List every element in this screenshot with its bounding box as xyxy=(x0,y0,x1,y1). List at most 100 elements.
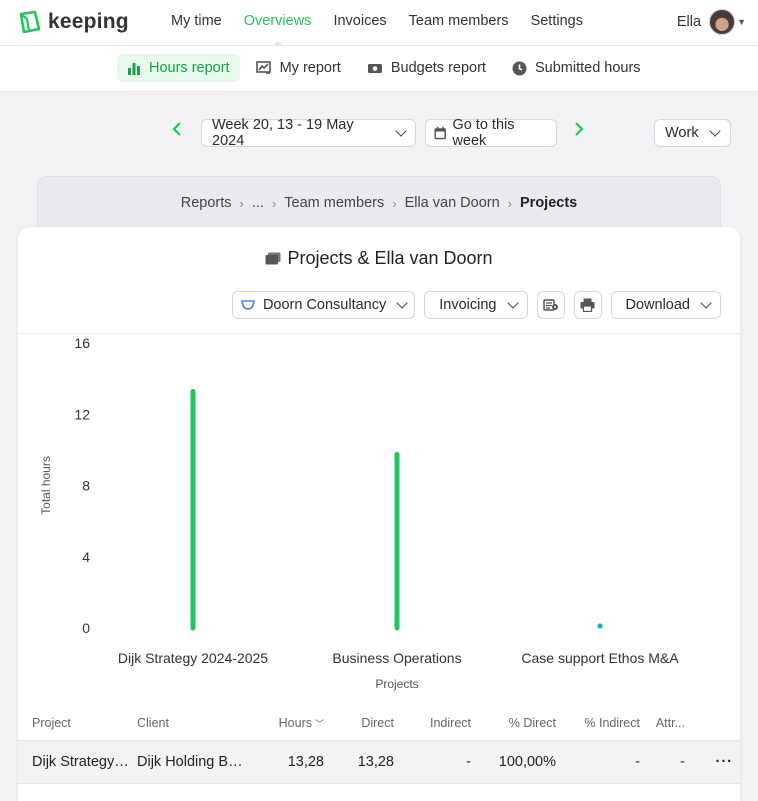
cell-client: Dijk Holding B.V. xyxy=(137,754,245,770)
chevron-right-icon: › xyxy=(239,195,244,211)
week-selector[interactable]: Week 20, 13 - 19 May 2024 xyxy=(201,117,416,149)
previous-week-button[interactable] xyxy=(172,122,182,141)
organization-filter[interactable]: Doorn Consultancy xyxy=(231,291,416,319)
top-navbar: keeping My time Overviews Invoices Team … xyxy=(0,0,758,47)
breadcrumb-current: Projects xyxy=(520,195,578,211)
more-options-icon[interactable]: ··· xyxy=(689,754,737,770)
tab-label: Submitted hours xyxy=(534,60,641,76)
cell-project[interactable]: Dijk Strategy ... xyxy=(28,754,133,770)
line-chart-icon xyxy=(255,61,271,74)
report-title: Projects & Ella van Doorn xyxy=(287,248,493,268)
download-button[interactable]: Download xyxy=(610,291,721,319)
column-header-project[interactable]: Project xyxy=(28,716,133,730)
work-mode-label: Work xyxy=(665,125,699,141)
invoicing-label: Invoicing xyxy=(439,297,497,313)
hours-header-label: Hours xyxy=(278,716,312,730)
x-axis-label: Projects xyxy=(375,677,418,691)
folders-icon xyxy=(265,252,281,265)
chevron-down-icon xyxy=(506,297,519,309)
y-axis-label: Total hours xyxy=(39,456,53,515)
tab-label: My report xyxy=(279,60,341,76)
column-header-direct[interactable]: Direct xyxy=(328,716,398,730)
tab-label: Hours report xyxy=(149,60,230,76)
app-logo[interactable]: keeping xyxy=(18,10,129,34)
user-name: Ella xyxy=(676,14,702,30)
cell-direct: 13,28 xyxy=(357,754,394,770)
column-header-hours[interactable]: Hours ﹀ xyxy=(248,716,328,730)
invoicing-filter[interactable]: Invoicing xyxy=(424,291,528,319)
nav-team-members[interactable]: Team members xyxy=(398,0,520,46)
cell-percent-direct: 100,00% xyxy=(498,754,556,770)
hours-chart: 0 4 8 12 16 Total hours Dijk Strategy 2024-202… xyxy=(39,335,679,691)
money-icon xyxy=(367,64,382,73)
breadcrumb-member[interactable]: Ella van Doorn xyxy=(405,195,500,211)
avatar[interactable] xyxy=(709,9,736,35)
bar xyxy=(597,623,603,629)
column-header-attr[interactable]: Attr... xyxy=(644,716,689,730)
column-header-client[interactable]: Client xyxy=(133,716,248,730)
column-header-percent-direct[interactable]: % Direct xyxy=(475,716,560,730)
y-tick-label: 0 xyxy=(82,620,90,636)
nav-my-time[interactable]: My time xyxy=(160,0,233,46)
nav-overviews[interactable]: Overviews xyxy=(233,0,323,47)
user-menu[interactable]: Ella ▼ xyxy=(677,9,746,35)
tab-label: Budgets report xyxy=(390,60,486,76)
breadcrumb: Reports › ... › Team members › Ella van … xyxy=(38,195,720,211)
keeping-logo-icon xyxy=(19,10,41,34)
chevron-down-icon xyxy=(396,297,408,309)
breadcrumb-ellipsis[interactable]: ... xyxy=(252,195,264,211)
calendar-icon xyxy=(434,126,446,140)
breadcrumb-team-members[interactable]: Team members xyxy=(284,195,384,211)
next-week-button[interactable] xyxy=(574,122,584,141)
column-header-indirect[interactable]: Indirect xyxy=(398,716,475,730)
report-toolbar: Doorn Consultancy Invoicing Download xyxy=(231,291,721,319)
clock-icon xyxy=(512,61,527,75)
go-to-week-label: Go to this week xyxy=(452,117,515,149)
cell-hours: 13,28 xyxy=(287,754,324,770)
columns-button[interactable] xyxy=(536,291,565,319)
chevron-down-icon xyxy=(700,297,712,309)
app-name: keeping xyxy=(48,10,129,33)
printer-icon xyxy=(580,298,595,312)
chevron-right-icon xyxy=(575,122,584,136)
organization-label: Doorn Consultancy xyxy=(262,297,387,313)
go-to-this-week-button[interactable]: Go to this week xyxy=(425,117,557,149)
tab-budgets-report[interactable]: Budgets report xyxy=(357,54,496,82)
chevron-down-icon xyxy=(395,125,407,137)
table-settings-icon xyxy=(542,299,558,311)
page-title: Projects & Ella van Doorn xyxy=(18,248,740,269)
sub-navbar: Hours report My report Budgets report Su… xyxy=(0,46,758,92)
sort-desc-icon: ﹀ xyxy=(314,719,324,729)
cell-percent-indirect: - xyxy=(635,754,640,770)
organization-icon xyxy=(241,300,255,310)
nav-settings[interactable]: Settings xyxy=(520,0,594,46)
chevron-down-icon: ▼ xyxy=(737,17,746,27)
column-header-percent-indirect[interactable]: % Indirect xyxy=(560,716,644,730)
y-tick-label: 12 xyxy=(74,406,90,422)
y-tick-label: 4 xyxy=(82,549,90,565)
table-row-next xyxy=(18,784,740,801)
x-tick-label: Business Operations xyxy=(332,650,461,666)
nav-invoices[interactable]: Invoices xyxy=(322,0,397,46)
tab-submitted-hours[interactable]: Submitted hours xyxy=(502,54,651,82)
breadcrumb-reports[interactable]: Reports xyxy=(181,195,232,211)
print-button[interactable] xyxy=(573,291,602,319)
table-header: Project Client Hours ﹀ Direct Indirect % … xyxy=(18,706,740,740)
chevron-left-icon xyxy=(172,122,181,136)
cell-attr: - xyxy=(680,754,685,770)
work-mode-select[interactable]: Work xyxy=(654,119,731,147)
y-tick-label: 16 xyxy=(74,335,90,351)
tab-my-report[interactable]: My report xyxy=(246,54,351,82)
x-tick-label: Dijk Strategy 2024-2025 xyxy=(118,650,268,666)
cell-indirect: - xyxy=(466,754,471,770)
bar-chart-icon xyxy=(128,63,140,75)
table-row[interactable]: Dijk Strategy ... Dijk Holding B.V. 13,2… xyxy=(18,740,740,784)
chevron-right-icon: › xyxy=(507,195,513,211)
x-tick-label: Case support Ethos M&A xyxy=(521,650,679,666)
chevron-right-icon: › xyxy=(392,195,397,211)
report-tabs: Hours report My report Budgets report Su… xyxy=(117,54,651,82)
tab-hours-report[interactable]: Hours report xyxy=(117,54,240,82)
download-label: Download xyxy=(625,297,691,313)
chevron-right-icon: › xyxy=(271,195,277,211)
week-label: Week 20, 13 - 19 May 2024 xyxy=(212,117,354,149)
